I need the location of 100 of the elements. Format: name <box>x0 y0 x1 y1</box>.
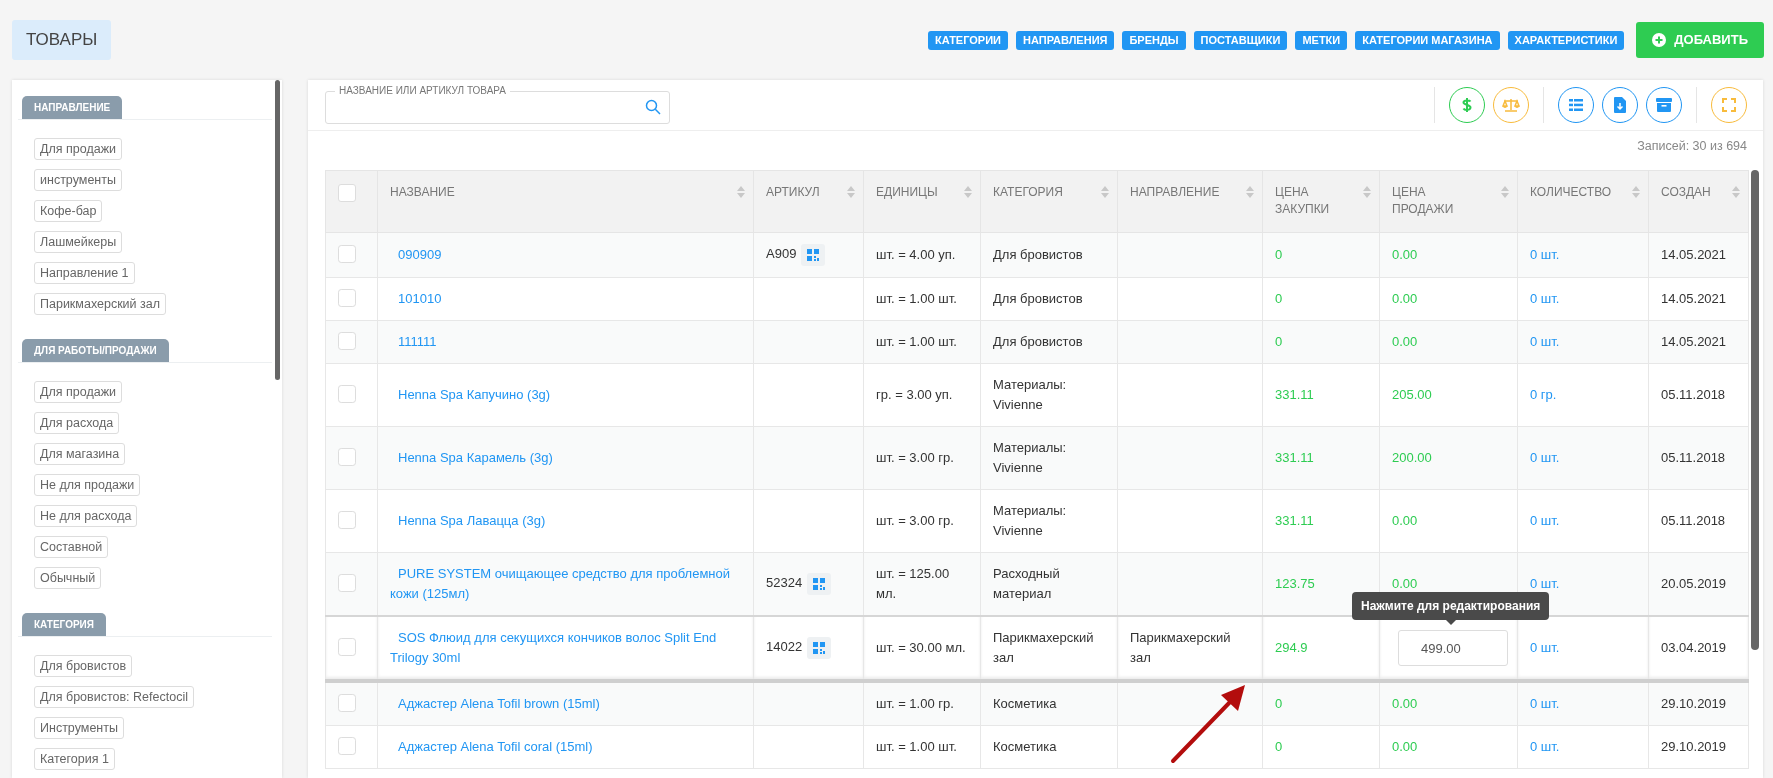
scales-button[interactable] <box>1493 87 1529 123</box>
search-icon <box>645 99 661 115</box>
filter-tag[interactable]: Составной <box>34 536 109 558</box>
column-header[interactable]: АРТИКУЛ <box>766 184 829 201</box>
quantity-link[interactable]: 0 шт. <box>1530 513 1560 528</box>
article-text: 14022 <box>766 639 803 655</box>
price-text: 0 <box>1275 696 1283 711</box>
quantity-link[interactable]: 0 шт. <box>1530 640 1560 655</box>
quantity-link[interactable]: 0 гр. <box>1530 387 1557 402</box>
table-cell: шт. = 30.00 мл. <box>876 640 966 655</box>
price-text[interactable]: 205.00 <box>1392 387 1432 402</box>
nav-button[interactable]: КАТЕГОРИИ <box>928 30 1008 50</box>
select-all-checkbox[interactable] <box>338 184 356 202</box>
sort-icon <box>1632 186 1640 198</box>
columns-button[interactable] <box>1558 87 1594 123</box>
scales-icon <box>1502 98 1520 112</box>
price-text[interactable]: 0.00 <box>1392 513 1418 528</box>
plus-circle-icon <box>1652 33 1667 47</box>
filter-tag[interactable]: Кофе-бар <box>34 200 103 222</box>
table-cell: Косметика <box>993 739 1057 754</box>
qr-code-button[interactable] <box>807 573 832 595</box>
row-checkbox[interactable] <box>338 289 356 307</box>
quantity-link[interactable]: 0 шт. <box>1530 739 1560 754</box>
filter-tag[interactable]: Для магазина <box>34 443 126 465</box>
nav-button[interactable]: ХАРАКТЕРИСТИКИ <box>1507 30 1625 50</box>
column-header[interactable]: СОЗДАН <box>1661 184 1714 201</box>
table-cell: шт. = 4.00 уп. <box>876 247 956 262</box>
price-text[interactable]: 0.00 <box>1392 576 1418 591</box>
filter-tag[interactable]: Категория 1 <box>34 748 115 770</box>
qr-code-button[interactable] <box>807 637 832 659</box>
nav-button[interactable]: БРЕНДЫ <box>1122 30 1186 50</box>
quantity-link[interactable]: 0 шт. <box>1530 576 1560 591</box>
filter-tag[interactable]: Не для продажи <box>34 474 141 496</box>
filter-tag[interactable]: Для продажи <box>34 138 122 160</box>
fullscreen-icon <box>1722 98 1736 112</box>
dollar-icon <box>1461 97 1473 113</box>
scrollbar[interactable] <box>275 80 280 380</box>
table-cell: шт. = 3.00 гр. <box>876 513 954 528</box>
filter-tag[interactable]: Направление 1 <box>34 262 135 284</box>
qr-code-icon <box>813 578 826 590</box>
price-text[interactable]: 0.00 <box>1392 247 1418 262</box>
filter-tag[interactable]: Парикмахерский зал <box>34 293 167 315</box>
quantity-link[interactable]: 0 шт. <box>1530 291 1560 306</box>
article-text: A909 <box>766 246 797 262</box>
export-button[interactable] <box>1602 87 1638 123</box>
table-cell: 14.05.2021 <box>1661 334 1727 349</box>
price-button[interactable] <box>1449 87 1485 123</box>
price-text[interactable]: 200.00 <box>1392 450 1432 465</box>
page-title: ТОВАРЫ <box>12 20 112 60</box>
table-cell: Парикмахерский зал <box>1130 630 1231 665</box>
row-checkbox[interactable] <box>338 332 356 350</box>
table-cell: 05.11.2018 <box>1661 450 1726 465</box>
filter-tag[interactable]: Обычный <box>34 567 102 589</box>
price-text[interactable]: 0.00 <box>1392 334 1418 349</box>
filter-tag[interactable]: инструменты <box>34 169 122 191</box>
filter-tag[interactable]: Для расхода <box>34 412 120 434</box>
filter-tag[interactable]: Для бровистов: Refectocil <box>34 686 194 708</box>
column-header[interactable]: НАПРАВЛЕНИЕ <box>1130 184 1228 201</box>
nav-button[interactable]: МЕТКИ <box>1295 30 1348 50</box>
nav-button[interactable]: НАПРАВЛЕНИЯ <box>1016 30 1115 50</box>
quantity-link[interactable]: 0 шт. <box>1530 696 1560 711</box>
row-checkbox[interactable] <box>338 385 356 403</box>
table-cell: Парикмахерский зал <box>993 630 1094 665</box>
scrollbar[interactable] <box>1751 170 1759 650</box>
row-checkbox[interactable] <box>338 574 356 592</box>
filter-tag[interactable]: Инструменты <box>34 717 124 739</box>
quantity-link[interactable]: 0 шт. <box>1530 334 1560 349</box>
column-header[interactable]: КОЛИЧЕСТВО <box>1530 184 1614 201</box>
row-checkbox[interactable] <box>338 737 356 755</box>
column-header[interactable]: ЕДИНИЦЫ <box>876 184 946 201</box>
table-cell: 05.11.2018 <box>1661 513 1726 528</box>
price-input[interactable]: 499.00 <box>1398 630 1508 666</box>
price-text: 123.75 <box>1275 576 1315 591</box>
file-download-icon <box>1614 97 1626 113</box>
quantity-link[interactable]: 0 шт. <box>1530 450 1560 465</box>
filter-tag[interactable]: Не для расхода <box>34 505 138 527</box>
row-checkbox[interactable] <box>338 448 356 466</box>
archive-button[interactable] <box>1646 87 1682 123</box>
quantity-link[interactable]: 0 шт. <box>1530 247 1560 262</box>
row-checkbox[interactable] <box>338 511 356 529</box>
archive-icon <box>1656 98 1672 112</box>
sort-icon <box>964 186 972 198</box>
price-text[interactable]: 0.00 <box>1392 696 1418 711</box>
price-text[interactable]: 0.00 <box>1392 291 1418 306</box>
fullscreen-button[interactable] <box>1711 87 1747 123</box>
table-cell: 05.11.2018 <box>1661 387 1726 402</box>
nav-button[interactable]: КАТЕГОРИИ МАГАЗИНА <box>1355 30 1500 50</box>
price-text[interactable]: 0.00 <box>1392 739 1418 754</box>
qr-code-button[interactable] <box>801 244 826 266</box>
filter-tag[interactable]: Для продажи <box>34 381 122 403</box>
row-checkbox[interactable] <box>338 638 356 656</box>
row-checkbox[interactable] <box>338 245 356 263</box>
filter-tag[interactable]: Для бровистов <box>34 655 133 677</box>
price-text: 331.11 <box>1275 513 1314 528</box>
column-header[interactable]: КАТЕГОРИЯ <box>993 184 1083 201</box>
filter-tag[interactable]: Лашмейкеры <box>34 231 123 253</box>
row-checkbox[interactable] <box>338 694 356 712</box>
nav-button[interactable]: ПОСТАВЩИКИ <box>1193 30 1288 50</box>
tooltip: Нажмите для редактирования <box>1352 592 1550 625</box>
add-button[interactable]: ДОБАВИТЬ <box>1636 22 1764 58</box>
